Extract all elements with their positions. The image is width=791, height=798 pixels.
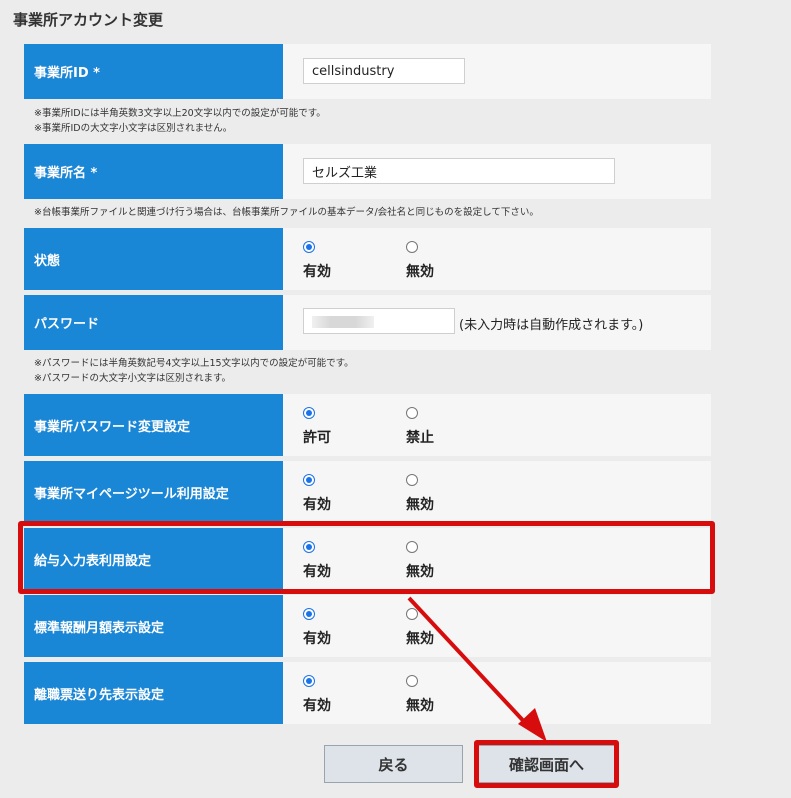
salary-input-row: 給与入力表利用設定 有効 無効: [24, 528, 711, 590]
separation-slip-option-active[interactable]: 有効: [303, 675, 363, 719]
salary-input-option-active[interactable]: 有効: [303, 541, 363, 585]
office-name-label: 事業所名 *: [24, 144, 283, 199]
office-name-input[interactable]: [303, 158, 615, 184]
status-label: 状態: [24, 228, 283, 290]
password-label: パスワード: [24, 295, 283, 350]
mypage-tool-option-active[interactable]: 有効: [303, 474, 363, 518]
radio-unchecked-icon: [406, 675, 418, 687]
separation-slip-row: 離職票送り先表示設定 有効 無効: [24, 662, 711, 724]
radio-checked-icon: [303, 474, 315, 486]
password-note-2: ※パスワードの大文字小文字は区別されます。: [34, 373, 232, 384]
radio-unchecked-icon: [406, 407, 418, 419]
radio-checked-icon: [303, 407, 315, 419]
radio-unchecked-icon: [406, 474, 418, 486]
pw-change-option-allow[interactable]: 許可: [303, 407, 363, 451]
office-id-label: 事業所ID *: [24, 44, 283, 99]
radio-unchecked-icon: [406, 241, 418, 253]
mypage-tool-row: 事業所マイページツール利用設定 有効 無効: [24, 461, 711, 523]
status-row: 状態 有効 無効: [24, 228, 711, 290]
password-hint: (未入力時は自動作成されます。): [459, 318, 644, 333]
pw-change-row: 事業所パスワード変更設定 許可 禁止: [24, 394, 711, 456]
office-id-row: 事業所ID *: [24, 44, 711, 99]
radio-checked-icon: [303, 241, 315, 253]
password-row: パスワード (未入力時は自動作成されます。): [24, 295, 711, 350]
status-option-active[interactable]: 有効: [303, 241, 363, 285]
back-button[interactable]: 戻る: [324, 745, 463, 783]
pw-change-label: 事業所パスワード変更設定: [24, 394, 283, 456]
mypage-tool-label: 事業所マイページツール利用設定: [24, 461, 283, 523]
radio-checked-icon: [303, 675, 315, 687]
office-name-row: 事業所名 *: [24, 144, 711, 199]
standard-pay-label: 標準報酬月額表示設定: [24, 595, 283, 657]
radio-checked-icon: [303, 608, 315, 620]
salary-input-label: 給与入力表利用設定: [24, 528, 283, 590]
pw-change-option-deny[interactable]: 禁止: [406, 407, 466, 451]
masked-password: [312, 316, 374, 328]
radio-unchecked-icon: [406, 608, 418, 620]
standard-pay-option-inactive[interactable]: 無効: [406, 608, 466, 652]
office-id-note-2: ※事業所IDの大文字小文字は区別されません。: [34, 123, 233, 134]
status-option-inactive[interactable]: 無効: [406, 241, 466, 285]
confirm-button[interactable]: 確認画面へ: [478, 745, 615, 783]
office-name-note: ※台帳事業所ファイルと関連づけ行う場合は、台帳事業所ファイルの基本データ/会社名…: [34, 207, 539, 218]
password-input[interactable]: [303, 308, 455, 334]
radio-checked-icon: [303, 541, 315, 553]
standard-pay-option-active[interactable]: 有効: [303, 608, 363, 652]
office-id-note-1: ※事業所IDには半角英数3文字以上20文字以内での設定が可能です。: [34, 108, 326, 119]
standard-pay-row: 標準報酬月額表示設定 有効 無効: [24, 595, 711, 657]
password-note-1: ※パスワードには半角英数記号4文字以上15文字以内での設定が可能です。: [34, 358, 354, 369]
mypage-tool-option-inactive[interactable]: 無効: [406, 474, 466, 518]
separation-slip-option-inactive[interactable]: 無効: [406, 675, 466, 719]
salary-input-option-inactive[interactable]: 無効: [406, 541, 466, 585]
radio-unchecked-icon: [406, 541, 418, 553]
separation-slip-label: 離職票送り先表示設定: [24, 662, 283, 724]
office-id-input[interactable]: [303, 58, 465, 84]
page-title: 事業所アカウント変更: [13, 11, 164, 29]
